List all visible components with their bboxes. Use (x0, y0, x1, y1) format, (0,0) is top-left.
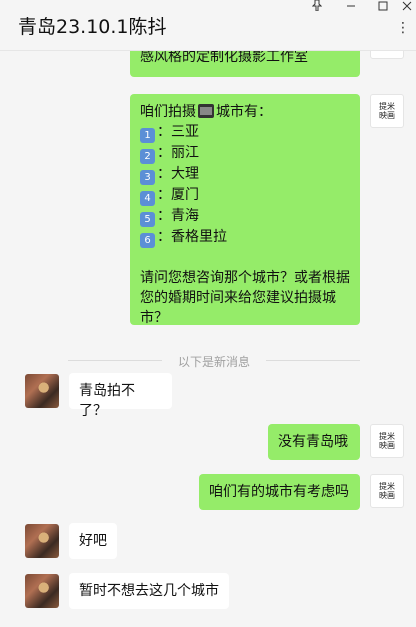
city-separator: ： (157, 187, 171, 203)
divider-text: 以下是新消息 (177, 355, 250, 369)
chat-titlebar: 青岛23.10.1陈抖 ⋮ (0, 0, 416, 51)
avatar-text-line2: 映画 (379, 111, 395, 120)
keycap-number-icon: 2 (140, 149, 155, 164)
intro-text-a: 咱们拍摄 (140, 104, 196, 120)
keycap-number-icon: 6 (140, 233, 155, 248)
message-text: 咱们有的城市有考虑吗 (209, 484, 349, 500)
intro-text-b: 城市有： (216, 104, 272, 120)
city-item: 4 ：厦门 (140, 185, 350, 206)
avatar-text-line1: 提米 (379, 432, 395, 441)
city-name: 厦门 (171, 187, 199, 203)
city-separator: ： (157, 208, 171, 224)
chat-title: 青岛23.10.1陈抖 (18, 16, 167, 38)
city-separator: ： (157, 166, 171, 182)
city-item: 5 ：青海 (140, 206, 350, 227)
city-name: 大理 (171, 166, 199, 182)
city-separator: ： (157, 229, 171, 245)
city-item: 2 ：丽江 (140, 143, 350, 164)
message-bubble-received[interactable]: 青岛拍不了？ (69, 373, 172, 419)
message-text: 感风格的定制化摄影工作室 (140, 51, 308, 65)
avatar-text-line2: 映画 (379, 441, 395, 450)
message-bubble-sent[interactable]: 咱们有的城市有考虑吗 (199, 474, 360, 510)
city-name: 香格里拉 (171, 229, 227, 245)
city-name: 丽江 (171, 145, 199, 161)
new-messages-divider: 以下是新消息 (68, 353, 360, 369)
business-avatar[interactable]: 提米 映画 (370, 51, 404, 59)
avatar-text-line1: 提米 (379, 482, 395, 491)
maximize-icon[interactable] (372, 0, 394, 12)
message-text: 青岛拍不了？ (79, 383, 135, 419)
close-icon[interactable] (396, 0, 416, 12)
question-line: 请问您想咨询那个城市？或者根据 (140, 270, 350, 286)
city-item: 6 ：香格里拉 (140, 227, 350, 248)
message-bubble-sent[interactable]: 没有青岛哦 (268, 424, 360, 460)
city-separator: ： (157, 124, 171, 140)
keycap-number-icon: 4 (140, 191, 155, 206)
minimize-icon[interactable] (340, 0, 362, 12)
avatar-text-line1: 提米 (379, 102, 395, 111)
pin-icon[interactable] (306, 0, 328, 12)
keycap-number-icon: 5 (140, 212, 155, 227)
contact-avatar[interactable] (25, 574, 59, 608)
city-separator: ： (157, 145, 171, 161)
message-bubble-received[interactable]: 好吧 (69, 523, 117, 559)
chat-history[interactable]: 感风格的定制化摄影工作室 提米 映画 咱们拍摄城市有： 1：三亚 2：丽江 3：… (0, 51, 416, 627)
business-avatar[interactable]: 提米 映画 (370, 474, 404, 508)
clapperboard-icon (198, 104, 214, 118)
question-line: 市？ (140, 310, 168, 326)
message-text: 暂时不想去这几个城市 (79, 583, 219, 599)
more-icon[interactable]: ⋮ (396, 20, 410, 36)
city-name: 三亚 (171, 124, 199, 140)
divider-line-right (266, 360, 360, 361)
business-avatar[interactable]: 提米 映画 (370, 424, 404, 458)
message-bubble-received[interactable]: 暂时不想去这几个城市 (69, 573, 229, 609)
city-item: 1 ：三亚 (140, 122, 350, 143)
keycap-number-icon: 3 (140, 170, 155, 185)
message-intro: 咱们拍摄 城市有： (140, 102, 350, 122)
city-item: 3 ：大理 (140, 164, 350, 185)
business-avatar[interactable]: 提米 映画 (370, 94, 404, 128)
message-bubble-sent[interactable]: 感风格的定制化摄影工作室 (130, 51, 360, 77)
contact-avatar[interactable] (25, 524, 59, 558)
avatar-text-line2: 映画 (379, 491, 395, 500)
question-line: 您的婚期时间来给您建议拍摄城 (140, 290, 336, 306)
message-bubble-sent[interactable]: 咱们拍摄 城市有： 1 ：三亚 2 ：丽江 3 ：大理 4 ：厦门 5 ：青海 6 ：香格里拉… (130, 94, 360, 326)
message-text: 没有青岛哦 (278, 434, 348, 450)
city-name: 青海 (171, 208, 199, 224)
contact-avatar[interactable] (25, 374, 59, 408)
keycap-number-icon: 1 (140, 128, 155, 143)
message-text: 好吧 (79, 533, 107, 549)
